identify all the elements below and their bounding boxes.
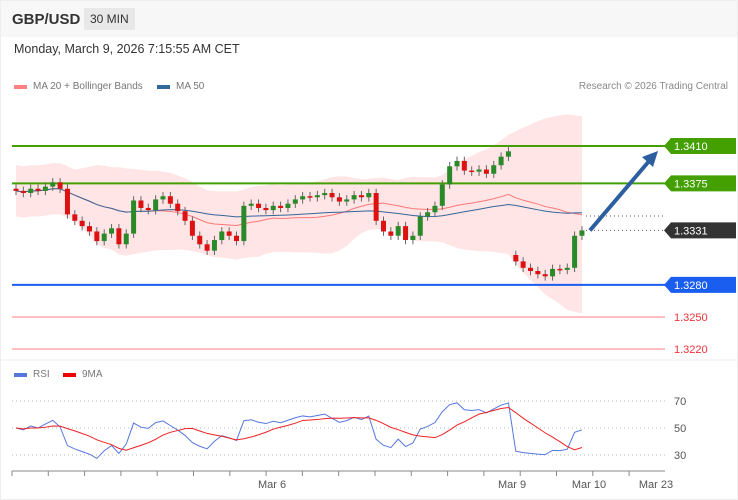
- candle-body: [520, 261, 526, 268]
- level-label-1.3331: 1.3331: [674, 225, 708, 237]
- candle-body: [116, 228, 122, 245]
- x-label: Mar 6: [258, 479, 286, 491]
- candle-body: [138, 200, 144, 208]
- x-axis: Mar 6 Mar 9 Mar 10 Mar 23: [11, 470, 673, 491]
- candle-body: [373, 193, 379, 221]
- candle-body: [241, 205, 247, 242]
- candle-body: [469, 170, 475, 173]
- candle-body: [410, 235, 416, 241]
- candle-body: [307, 196, 313, 198]
- candle-body: [447, 166, 453, 185]
- candle-body: [358, 195, 364, 198]
- candle-body: [145, 207, 151, 211]
- price-chart: 1.3410 1.3375 1.3331 1.3280 1.3250 1.3220 70 5…: [1, 114, 737, 491]
- candle-body: [483, 169, 489, 174]
- level-label-1.3280: 1.3280: [674, 280, 708, 292]
- level-label-1.3220: 1.3220: [674, 344, 708, 356]
- level-label-1.3410: 1.3410: [674, 141, 708, 153]
- candle-body: [513, 254, 519, 262]
- rsi-tick-50: 50: [674, 423, 686, 435]
- candle-body: [87, 226, 92, 232]
- candle-body: [204, 244, 210, 251]
- candle-body: [476, 169, 482, 172]
- candle-body: [57, 182, 63, 189]
- rsi-tick-30: 30: [674, 450, 686, 462]
- candle-body: [211, 240, 217, 251]
- candle-body: [79, 220, 85, 227]
- candle-body: [505, 151, 511, 157]
- candle-body: [226, 231, 232, 236]
- candle-body: [550, 268, 556, 277]
- candle-body: [425, 212, 431, 217]
- candle-body: [182, 211, 188, 221]
- candle-body: [123, 233, 129, 245]
- candle-body: [101, 233, 107, 242]
- candle-body: [131, 200, 137, 234]
- candle-body: [439, 184, 445, 206]
- candle-body: [189, 220, 195, 236]
- forecast-arrow-shaft: [588, 158, 652, 232]
- candle-body: [366, 193, 372, 198]
- candle-body: [42, 186, 48, 191]
- candle-body: [285, 203, 291, 208]
- candle-body: [35, 188, 41, 191]
- candle-body: [564, 267, 570, 270]
- candle-body: [153, 199, 159, 211]
- candle-body: [454, 160, 460, 167]
- candle-body: [28, 188, 34, 194]
- candle-body: [528, 267, 533, 272]
- candle-body: [542, 274, 548, 277]
- candle-body: [94, 231, 100, 242]
- candle-body: [175, 203, 181, 212]
- candle-body: [64, 188, 70, 215]
- candle-body: [395, 226, 401, 236]
- rsi-ma-line: [15, 406, 583, 451]
- candle-body: [50, 182, 56, 187]
- candle-body: [292, 199, 298, 204]
- candle-body: [248, 203, 254, 206]
- level-label-1.3375: 1.3375: [674, 178, 708, 190]
- candle-body: [13, 188, 19, 191]
- candle-body: [351, 195, 357, 200]
- candle-body: [498, 156, 504, 166]
- candle-body: [572, 235, 578, 268]
- candle-body: [388, 231, 394, 236]
- candle-body: [270, 205, 276, 211]
- candle-body: [278, 205, 284, 208]
- candle-body: [557, 268, 563, 271]
- rsi-tick-70: 70: [674, 396, 686, 408]
- candle-body: [219, 231, 225, 241]
- candle-body: [461, 160, 467, 171]
- candle-body: [344, 199, 350, 202]
- candle-body: [300, 196, 306, 200]
- candle-body: [491, 165, 497, 174]
- candle-body: [160, 196, 166, 200]
- candle-body: [234, 235, 239, 242]
- candle-body: [72, 214, 78, 221]
- candle-body: [403, 226, 409, 241]
- candle-body: [417, 216, 423, 236]
- level-label-1.3250: 1.3250: [674, 312, 708, 324]
- candle-body: [432, 205, 438, 213]
- candle-body: [322, 193, 328, 196]
- candle-body: [336, 197, 342, 202]
- rsi-panel: 70 50 30: [12, 396, 686, 462]
- candle-body: [329, 193, 335, 198]
- candle-body: [256, 203, 262, 208]
- candle-body: [535, 271, 541, 275]
- candle-body: [197, 235, 203, 245]
- candle-body: [579, 230, 585, 236]
- candle-body: [263, 207, 269, 211]
- candle-body: [109, 228, 115, 234]
- candle-body: [381, 220, 386, 232]
- x-label: Mar 9: [498, 479, 526, 491]
- candle-body: [20, 190, 26, 194]
- rsi-line: [15, 402, 583, 460]
- candle-body: [314, 195, 320, 198]
- chart-widget: GBP/USD 30 MIN Monday, March 9, 2026 7:1…: [0, 0, 738, 500]
- candle-body: [167, 196, 173, 204]
- x-label: Mar 10: [572, 479, 606, 491]
- x-label: Mar 23: [639, 479, 673, 491]
